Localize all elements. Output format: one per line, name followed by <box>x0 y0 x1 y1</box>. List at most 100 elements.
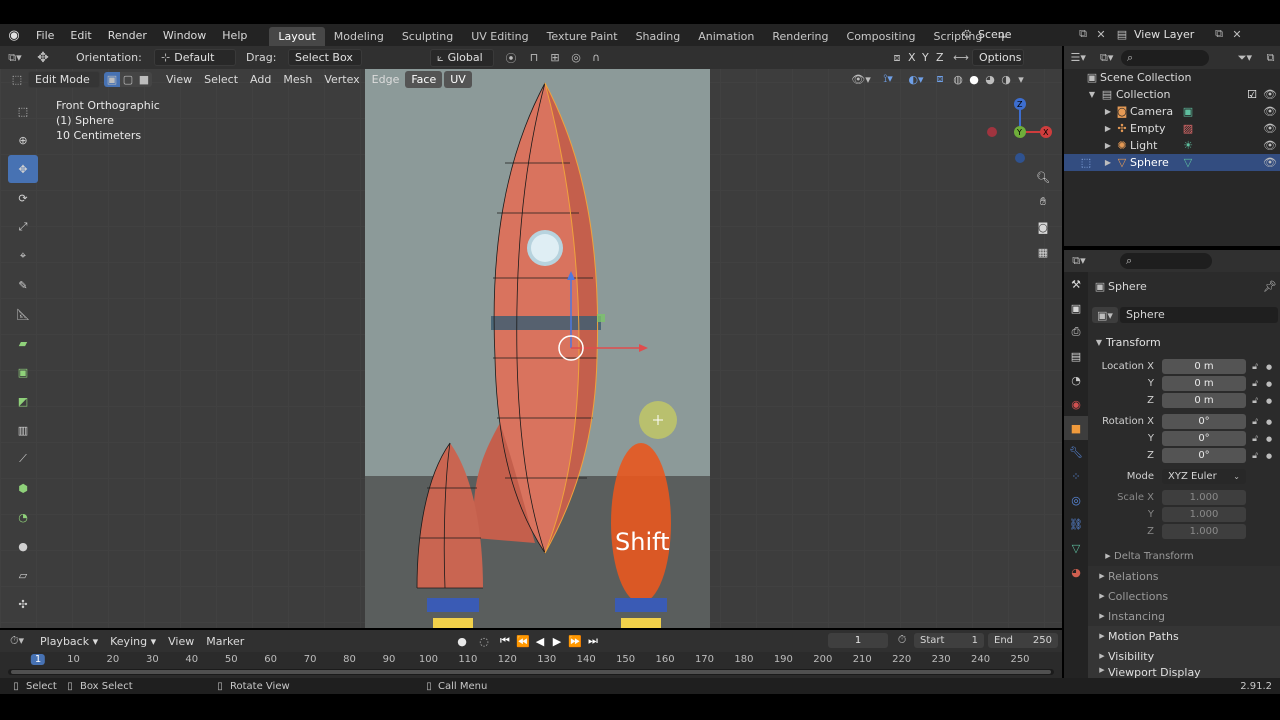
solid-shading-icon[interactable]: ● <box>966 73 982 86</box>
scale-x-field[interactable]: 1.000 <box>1162 490 1246 505</box>
outliner-search-input[interactable]: ⌕ <box>1121 49 1209 66</box>
location-y-field[interactable]: 0 m <box>1162 376 1246 391</box>
keyframe-dot-icon[interactable]: ● <box>1264 380 1274 388</box>
new-scene-icon[interactable]: ⧉ <box>1074 27 1092 41</box>
tab-shading[interactable]: Shading <box>627 27 690 46</box>
edit-mode-icon[interactable]: ⬚ <box>1070 156 1102 169</box>
eye-icon[interactable]: 👁︎ <box>1260 88 1280 101</box>
outliner-item-camera[interactable]: ▶ ◙ Camera ▣ 👁︎ <box>1064 103 1280 120</box>
jump-end-icon[interactable]: ⏭ <box>584 634 602 648</box>
datablock-browse-icon[interactable]: ▣▾ <box>1092 307 1118 323</box>
relations-panel[interactable]: ▶ Relations <box>1088 566 1280 586</box>
end-frame-field[interactable]: End 250 <box>988 633 1058 648</box>
scene-tab-icon[interactable]: ◔ <box>1064 368 1088 392</box>
physics-tab-icon[interactable]: ◎ <box>1064 488 1088 512</box>
material-tab-icon[interactable]: ◕ <box>1064 560 1088 584</box>
tab-modeling[interactable]: Modeling <box>325 27 393 46</box>
keyframe-dot-icon[interactable]: ● <box>1264 452 1274 460</box>
transform-panel-header[interactable]: ▼ Transform <box>1092 332 1278 352</box>
move-tool-icon[interactable]: ✥ <box>8 155 38 183</box>
tab-sculpting[interactable]: Sculpting <box>393 27 462 46</box>
eye-icon[interactable]: 👁︎ <box>1260 156 1280 169</box>
outliner-item-empty[interactable]: ▶ ✣ Empty ▨ 👁︎ <box>1064 120 1280 137</box>
constraints-tab-icon[interactable]: ⛓︎ <box>1064 512 1088 536</box>
scene-name[interactable]: Scene <box>978 28 1074 41</box>
navigation-gizmo[interactable]: Z X Y <box>980 92 1060 172</box>
chevron-right-icon[interactable]: ▶ <box>1102 124 1114 133</box>
object-tab-icon[interactable]: ■ <box>1064 416 1088 440</box>
menu-view[interactable]: View <box>160 71 198 88</box>
render-tab-icon[interactable]: ▣ <box>1064 296 1088 320</box>
output-tab-icon[interactable]: ⎙ <box>1064 320 1088 344</box>
mode-dropdown[interactable]: Edit Mode <box>28 70 100 88</box>
outliner-editor-type-icon[interactable]: ☰▾ <box>1064 51 1093 64</box>
lock-icon[interactable]: 🔓︎ <box>1246 379 1264 389</box>
outliner-scene-collection[interactable]: ▣ Scene Collection <box>1064 69 1280 86</box>
axis-z-toggle[interactable]: Z <box>936 51 950 64</box>
remove-scene-icon[interactable]: ✕ <box>1092 28 1110 41</box>
keyframe-dot-icon[interactable]: ● <box>1264 435 1274 443</box>
drag-dropdown[interactable]: Select Box <box>288 49 362 66</box>
orientation-dropdown[interactable]: ⊹ Default <box>154 49 236 66</box>
menu-file[interactable]: File <box>28 29 62 42</box>
menu-render[interactable]: Render <box>100 29 155 42</box>
snap-icon[interactable]: ⊓ <box>524 51 544 64</box>
axis-y-toggle[interactable]: Y <box>922 51 936 64</box>
eye-icon[interactable]: 👁︎ <box>1260 139 1280 152</box>
editor-type-icon[interactable]: ⧉▾ <box>0 51 30 65</box>
options-dropdown[interactable]: Options <box>972 49 1024 66</box>
checkbox-icon[interactable]: ☑ <box>1244 88 1260 101</box>
blender-logo-icon[interactable]: ◉ <box>0 28 28 43</box>
extrude-tool-icon[interactable]: ▰ <box>8 329 38 357</box>
menu-edge[interactable]: Edge <box>366 71 406 88</box>
pivot-point-icon[interactable]: ⦿ <box>498 50 524 66</box>
location-z-field[interactable]: 0 m <box>1162 393 1246 408</box>
view-layer-icon[interactable]: ▤ <box>1110 28 1134 41</box>
collections-panel[interactable]: ▶ Collections <box>1088 586 1280 606</box>
particles-tab-icon[interactable]: ⁘ <box>1064 464 1088 488</box>
keyframe-dot-icon[interactable]: ● <box>1264 418 1274 426</box>
rotation-mode-dropdown[interactable]: XYZ Euler ⌄ <box>1162 468 1246 484</box>
shading-options-icon[interactable]: ▾ <box>1014 73 1028 86</box>
menu-select[interactable]: Select <box>198 71 244 88</box>
shrink-fatten-tool-icon[interactable]: ✣ <box>8 590 38 618</box>
keyframe-dot-icon[interactable]: ● <box>1264 397 1274 405</box>
rotation-z-field[interactable]: 0° <box>1162 448 1246 463</box>
record-icon[interactable]: ● <box>452 635 472 648</box>
keying-set-icon[interactable]: ◌ <box>472 635 496 648</box>
tab-layout[interactable]: Layout <box>269 27 325 46</box>
gizmo-toggle-icon[interactable]: ⟟▾ <box>874 72 902 86</box>
new-view-layer-icon[interactable]: ⧉ <box>1210 27 1228 41</box>
keying-menu[interactable]: Keying ▾ <box>104 633 162 650</box>
menu-mesh[interactable]: Mesh <box>277 71 318 88</box>
rotation-x-field[interactable]: 0° <box>1162 414 1246 429</box>
menu-vertex[interactable]: Vertex <box>318 71 365 88</box>
keyframe-dot-icon[interactable]: ● <box>1264 363 1274 371</box>
eye-icon[interactable]: 👁︎ <box>1260 122 1280 135</box>
material-shading-icon[interactable]: ◕ <box>982 73 998 86</box>
visibility-selectability-icon[interactable]: 👁︎▾ <box>848 73 874 86</box>
face-select-icon[interactable]: ■ <box>136 71 152 87</box>
jump-start-icon[interactable]: ⏮ <box>496 634 514 648</box>
pin-icon[interactable]: 📌︎ <box>1262 280 1278 293</box>
modifier-tab-icon[interactable]: 🔧︎ <box>1064 440 1088 464</box>
start-frame-field[interactable]: Start 1 <box>914 633 984 648</box>
menu-add[interactable]: Add <box>244 71 277 88</box>
scene-icon[interactable]: ⛭ <box>956 27 978 41</box>
knife-tool-icon[interactable]: ⟋ <box>8 445 38 473</box>
remove-view-layer-icon[interactable]: ✕ <box>1228 28 1246 41</box>
jump-next-keyframe-icon[interactable]: ⏩ <box>566 635 584 648</box>
outliner-item-light[interactable]: ▶ ✺ Light ☀ 👁︎ <box>1064 137 1280 154</box>
timeline-editor-type-icon[interactable]: ⏱▾ <box>0 634 34 648</box>
cursor-tool-icon[interactable]: ⊕ <box>8 126 38 154</box>
tab-uv-editing[interactable]: UV Editing <box>462 27 537 46</box>
outliner-item-sphere[interactable]: ⬚ ▶ ▽ Sphere ▽ 👁︎ <box>1064 154 1280 171</box>
display-mode-icon[interactable]: ⧉▾ <box>1093 51 1122 65</box>
rotate-tool-icon[interactable]: ⟳ <box>8 184 38 212</box>
menu-help[interactable]: Help <box>214 29 255 42</box>
overlays-toggle-icon[interactable]: ◐▾ <box>902 73 930 86</box>
preview-range-icon[interactable]: ⏱ <box>894 633 910 647</box>
camera-view-icon[interactable]: ◙ <box>1032 216 1054 238</box>
tool-tab-icon[interactable]: ⚒ <box>1064 272 1088 296</box>
annotate-tool-icon[interactable]: ✎ <box>8 271 38 299</box>
